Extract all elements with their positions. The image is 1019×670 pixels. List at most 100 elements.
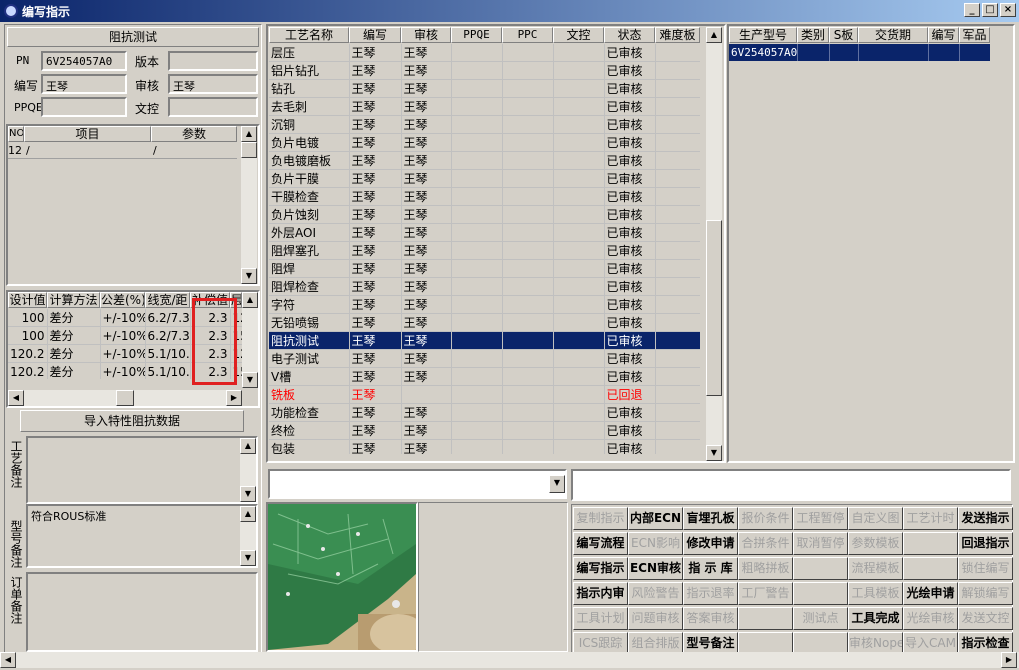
action-button-3-2[interactable]: 指示退率 xyxy=(683,582,738,605)
action-button-2-7[interactable]: 锁住编写 xyxy=(958,557,1013,580)
action-button-4-1[interactable]: 问题审核 xyxy=(628,607,683,630)
import-impedance-button[interactable]: 导入特性阻抗数据 xyxy=(20,410,244,432)
item-table-header-no[interactable]: NO xyxy=(8,126,24,142)
action-button-3-0[interactable]: 指示内审 xyxy=(573,582,628,605)
scroll-down-icon[interactable]: ▼ xyxy=(242,372,258,388)
table-row[interactable]: 包装 王琴 王琴 已审核 xyxy=(269,439,700,454)
blank-button[interactable] xyxy=(903,557,958,580)
table-row[interactable]: 电子测试 王琴 王琴 已审核 xyxy=(269,349,700,368)
action-button-1-7[interactable]: 回退指示 xyxy=(958,532,1013,555)
proc-header-name[interactable]: 工艺名称 xyxy=(269,27,349,43)
action-button-1-4[interactable]: 取消暂停 xyxy=(793,532,848,555)
action-button-3-5[interactable]: 工具模板 xyxy=(848,582,903,605)
action-button-1-1[interactable]: ECN影响 xyxy=(628,532,683,555)
model-note-textarea[interactable]: 符合ROUS标准 xyxy=(26,504,258,568)
chevron-down-icon[interactable]: ▼ xyxy=(549,475,565,493)
scroll-up-icon[interactable]: ▲ xyxy=(706,27,722,43)
table-row[interactable]: 干膜检查 王琴 王琴 已审核 xyxy=(269,187,700,206)
proc-header-ppqe[interactable]: PPQE xyxy=(451,27,502,43)
table-row[interactable]: 负电镀磨板 王琴 王琴 已审核 xyxy=(269,151,700,170)
proc-header-doc[interactable]: 文控 xyxy=(553,27,604,43)
maximize-button[interactable]: □ xyxy=(982,3,998,17)
action-button-4-7[interactable]: 发送文控 xyxy=(958,607,1013,630)
action-button-3-1[interactable]: 风险警告 xyxy=(628,582,683,605)
table-row[interactable]: 字符 王琴 王琴 已审核 xyxy=(269,295,700,314)
scroll-down-icon[interactable]: ▼ xyxy=(706,445,722,461)
process-combo[interactable] xyxy=(268,469,567,499)
action-button-1-2[interactable]: 修改申请 xyxy=(683,532,738,555)
scroll-up-icon[interactable]: ▲ xyxy=(240,438,256,454)
order-note-textarea[interactable] xyxy=(26,572,258,652)
comment-input[interactable] xyxy=(571,469,1011,501)
scroll-right-icon[interactable]: ▶ xyxy=(1001,652,1017,668)
scroll-left-icon[interactable]: ◀ xyxy=(8,390,24,406)
table-row[interactable]: 负片蚀刻 王琴 王琴 已审核 xyxy=(269,205,700,224)
version-field[interactable] xyxy=(168,51,258,71)
process-note-textarea[interactable] xyxy=(26,436,258,504)
minimize-button[interactable]: _ xyxy=(964,3,980,17)
table-row[interactable]: 6V254057A0 xyxy=(729,44,990,61)
action-button-0-7[interactable]: 发送指示 xyxy=(958,507,1013,530)
ppqe-field[interactable] xyxy=(41,97,127,117)
action-button-2-1[interactable]: ECN审核 xyxy=(628,557,683,580)
action-button-4-4[interactable]: 测试点 xyxy=(793,607,848,630)
action-button-0-0[interactable]: 复制指示 xyxy=(573,507,628,530)
action-button-0-1[interactable]: 内部ECN xyxy=(628,507,683,530)
imp-header-tolerance[interactable]: 公差(%) xyxy=(100,292,145,308)
action-button-4-6[interactable]: 光绘审核 xyxy=(903,607,958,630)
review-field[interactable]: 王琴 xyxy=(168,74,258,94)
action-button-3-7[interactable]: 解锁编写 xyxy=(958,582,1013,605)
prod-header-category[interactable]: 类别 xyxy=(797,27,829,43)
prod-header-model[interactable]: 生产型号 xyxy=(729,27,797,43)
table-row[interactable]: V槽 王琴 王琴 已审核 xyxy=(269,367,700,386)
bottom-hscrollbar[interactable] xyxy=(0,652,1019,668)
table-row[interactable]: 负片电镀 王琴 王琴 已审核 xyxy=(269,133,700,152)
table-row[interactable]: 铣板 王琴 已回退 xyxy=(269,385,700,404)
pn-field[interactable]: 6V254057A0 xyxy=(41,51,127,71)
action-button-4-0[interactable]: 工具计划 xyxy=(573,607,628,630)
scroll-thumb[interactable] xyxy=(706,220,722,396)
action-button-2-5[interactable]: 流程模板 xyxy=(848,557,903,580)
action-button-3-3[interactable]: 工厂警告 xyxy=(738,582,793,605)
table-row[interactable]: 去毛刺 王琴 王琴 已审核 xyxy=(269,97,700,116)
action-button-0-5[interactable]: 自定义图 xyxy=(848,507,903,530)
scroll-down-icon[interactable]: ▼ xyxy=(240,550,256,566)
proc-header-ppc[interactable]: PPC xyxy=(502,27,553,43)
scroll-thumb[interactable] xyxy=(241,142,257,158)
blank-button[interactable] xyxy=(903,532,958,555)
prod-header-sboard[interactable]: S板 xyxy=(829,27,858,43)
blank-button[interactable] xyxy=(793,557,848,580)
scroll-thumb[interactable] xyxy=(116,390,134,406)
table-row[interactable]: 功能检查 王琴 王琴 已审核 xyxy=(269,403,700,422)
action-button-0-2[interactable]: 盲埋孔板 xyxy=(683,507,738,530)
table-row[interactable]: 负片干膜 王琴 王琴 已审核 xyxy=(269,169,700,188)
table-row[interactable]: 无铅喷锡 王琴 王琴 已审核 xyxy=(269,313,700,332)
prod-header-writer[interactable]: 编写 xyxy=(928,27,959,43)
scroll-up-icon[interactable]: ▲ xyxy=(241,126,257,142)
scroll-down-icon[interactable]: ▼ xyxy=(241,268,257,284)
writer-field[interactable]: 王琴 xyxy=(41,74,127,94)
proc-header-difficulty[interactable]: 难度板 xyxy=(655,27,700,43)
proc-header-writer[interactable]: 编写 xyxy=(349,27,401,43)
action-button-2-0[interactable]: 编写指示 xyxy=(573,557,628,580)
scroll-up-icon[interactable]: ▲ xyxy=(240,506,256,522)
scroll-left-icon[interactable]: ◀ xyxy=(0,652,16,668)
table-row[interactable]: 阻抗测试 王琴 王琴 已审核 xyxy=(269,331,700,350)
action-button-3-6[interactable]: 光绘申请 xyxy=(903,582,958,605)
table-row[interactable]: 外层AOI 王琴 王琴 已审核 xyxy=(269,223,700,242)
blank-button[interactable] xyxy=(793,582,848,605)
item-table-header-item[interactable]: 项目 xyxy=(24,126,151,142)
imp-header-design[interactable]: 设计值 xyxy=(8,292,47,308)
table-row[interactable]: 阻焊 王琴 王琴 已审核 xyxy=(269,259,700,278)
item-table-header-param[interactable]: 参数 xyxy=(151,126,237,142)
action-button-1-5[interactable]: 参数模板 xyxy=(848,532,903,555)
action-button-1-3[interactable]: 合拼条件 xyxy=(738,532,793,555)
action-button-0-4[interactable]: 工程暂停 xyxy=(793,507,848,530)
prod-header-military[interactable]: 军品 xyxy=(959,27,990,43)
table-row[interactable]: 阻焊检查 王琴 王琴 已审核 xyxy=(269,277,700,296)
imp-header-width[interactable]: 线宽/距 xyxy=(145,292,190,308)
table-row[interactable]: 阻焊塞孔 王琴 王琴 已审核 xyxy=(269,241,700,260)
blank-button[interactable] xyxy=(738,607,793,630)
table-row[interactable]: 12 / / xyxy=(8,143,237,159)
proc-header-status[interactable]: 状态 xyxy=(604,27,655,43)
